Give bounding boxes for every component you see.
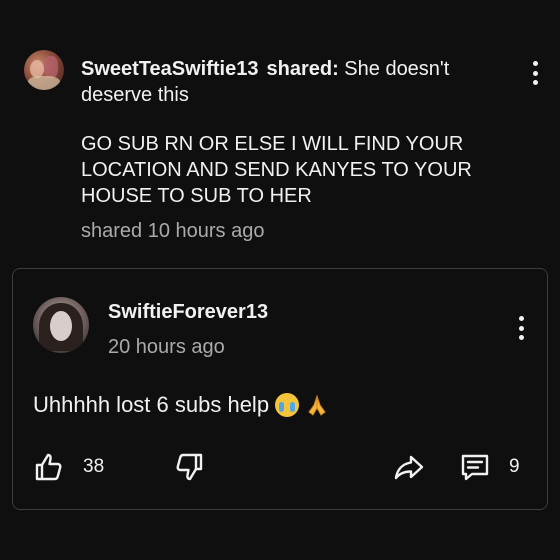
like-count: 38	[83, 456, 105, 477]
post-text: Uhhhhh lost 6 subs help	[33, 392, 270, 417]
share-arrow-icon[interactable]	[393, 451, 425, 483]
post-text-row: Uhhhhh lost 6 subs help	[33, 391, 329, 419]
embedded-post-card[interactable]: SwiftieForever13 20 hours ago Uhhhhh los…	[12, 268, 548, 510]
post-actions-bar: 38 9	[13, 447, 549, 487]
loudly-crying-face-icon	[275, 393, 300, 417]
folded-hands-icon	[308, 394, 326, 416]
more-vert-icon[interactable]	[523, 58, 547, 88]
comment-count: 9	[509, 456, 520, 477]
post-author-name[interactable]: SwiftieForever13	[108, 299, 268, 325]
post-timestamp: 20 hours ago	[108, 336, 225, 358]
share-caption: SweetTeaSwiftie13 shared: She doesn't des…	[81, 56, 501, 108]
sharer-name[interactable]: SweetTeaSwiftie13	[81, 58, 258, 80]
post-author-avatar[interactable]	[33, 297, 89, 353]
sharer-avatar[interactable]	[24, 50, 64, 90]
share-body-text: GO SUB RN OR ELSE I WILL FIND YOUR LOCAT…	[81, 133, 472, 207]
share-timestamp: shared 10 hours ago	[81, 220, 265, 242]
share-caption-line2: deserve this	[81, 84, 189, 106]
more-vert-icon[interactable]	[509, 313, 533, 343]
community-post-page: SweetTeaSwiftie13 shared: She doesn't des…	[0, 0, 560, 560]
comment-icon[interactable]	[459, 451, 491, 483]
share-header: SweetTeaSwiftie13 shared: She doesn't des…	[0, 0, 560, 262]
thumb-down-icon[interactable]	[173, 451, 205, 483]
thumb-up-icon[interactable]	[33, 451, 65, 483]
share-caption-line1: She doesn't	[344, 58, 450, 80]
shared-label: shared:	[266, 58, 339, 80]
